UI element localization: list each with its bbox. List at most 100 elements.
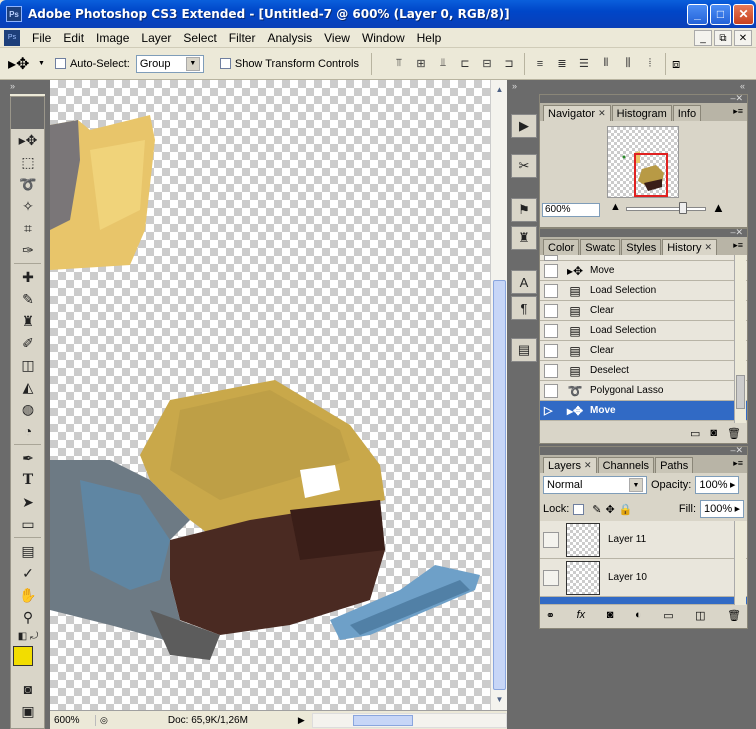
canvas-horizontal-scrollbar[interactable] xyxy=(311,712,507,728)
navigator-zoom-slider[interactable] xyxy=(626,202,706,214)
layer-style-icon[interactable]: fx xyxy=(577,609,586,621)
close-button[interactable]: ✕ xyxy=(733,3,754,25)
menu-help[interactable]: Help xyxy=(411,31,448,45)
menu-edit[interactable]: Edit xyxy=(57,31,90,45)
scroll-thumb[interactable] xyxy=(493,280,506,690)
history-row[interactable]: ▤ Load Selection xyxy=(540,321,747,341)
paragraph-icon[interactable]: ¶ xyxy=(511,296,537,320)
status-menu-arrow-icon[interactable]: ▶ xyxy=(298,715,308,726)
document-icon[interactable]: Ps xyxy=(4,29,20,46)
lock-all-icon[interactable]: 🔒 xyxy=(619,503,633,516)
lock-transparency-icon[interactable] xyxy=(573,503,585,515)
fill-field[interactable]: 100% ▶ xyxy=(700,500,744,518)
menu-view[interactable]: View xyxy=(318,31,356,45)
shape-tool-icon[interactable]: ▭ xyxy=(13,513,43,535)
pen-tool-icon[interactable]: ✒ xyxy=(13,447,43,469)
layer-visibility-toggle[interactable] xyxy=(543,569,559,586)
minimize-button[interactable]: _ xyxy=(687,3,708,25)
panel-menu-icon[interactable]: ▸≡ xyxy=(733,240,743,251)
tab-swatches[interactable]: Swatc xyxy=(580,239,621,255)
paint-bucket-icon[interactable]: ◭ xyxy=(13,376,43,398)
layer-name[interactable]: Layer 10 xyxy=(608,572,647,583)
scroll-thumb[interactable] xyxy=(352,714,413,726)
blur-tool-icon[interactable]: ◍ xyxy=(13,398,43,420)
tab-channels[interactable]: Channels xyxy=(597,457,655,473)
opacity-field[interactable]: 100% ▶ xyxy=(695,476,740,494)
status-zoom[interactable]: 600% xyxy=(50,714,96,726)
tab-styles[interactable]: Styles xyxy=(621,239,662,255)
layers-scrollbar[interactable] xyxy=(734,521,746,605)
delete-layer-icon[interactable]: 🗑 xyxy=(727,609,741,622)
menu-analysis[interactable]: Analysis xyxy=(261,31,318,45)
layer-comps-icon[interactable]: ▤ xyxy=(511,338,537,362)
swap-colors-icon[interactable]: ◧ ⤾ xyxy=(13,628,43,644)
tab-history[interactable]: History ✕ xyxy=(662,239,718,255)
auto-select-dropdown[interactable]: Group ▼ xyxy=(135,54,204,73)
scroll-thumb[interactable] xyxy=(736,375,745,409)
distribute-top-icon[interactable]: ≡ xyxy=(531,55,549,73)
navigator-preview[interactable] xyxy=(607,126,679,198)
zoom-in-icon[interactable]: ▲ xyxy=(712,200,725,215)
distribute-bottom-icon[interactable]: ☰ xyxy=(575,55,593,73)
align-bottom-icon[interactable]: ⫫ xyxy=(434,55,452,73)
doc-close-button[interactable]: ✕ xyxy=(734,30,752,46)
new-document-from-state-icon[interactable]: ▭ xyxy=(690,427,700,440)
clone-stamp-icon[interactable]: ♜ xyxy=(13,310,43,332)
align-hcenter-icon[interactable]: ⊟ xyxy=(478,55,496,73)
panel-menu-icon[interactable]: ▸≡ xyxy=(733,458,743,469)
auto-align-icon[interactable]: ⧈ xyxy=(672,56,680,72)
history-row[interactable]: ➰ Polygonal Lasso xyxy=(540,381,747,401)
chevron-right-icon[interactable]: ▶ xyxy=(735,505,740,513)
tab-paths[interactable]: Paths xyxy=(655,457,694,473)
scroll-up-icon[interactable]: ▲ xyxy=(492,82,507,97)
type-tool-icon[interactable]: T xyxy=(13,469,43,491)
hand-tool-icon[interactable]: ✋ xyxy=(13,584,43,606)
history-row-selected[interactable]: ▷ ▸✥ Move xyxy=(540,401,747,421)
tab-navigator[interactable]: Navigator ✕ xyxy=(543,105,611,121)
align-right-icon[interactable]: ⊐ xyxy=(500,55,518,73)
character-icon[interactable]: A xyxy=(511,270,537,294)
eraser-tool-icon[interactable]: ◫ xyxy=(13,354,43,376)
magic-wand-icon[interactable]: ✧ xyxy=(13,195,43,217)
history-row[interactable]: ▤ Deselect xyxy=(540,361,747,381)
new-layer-icon[interactable]: ◫ xyxy=(695,609,705,622)
slider-knob[interactable] xyxy=(679,202,687,214)
dodge-tool-icon[interactable]: ◔ xyxy=(13,420,43,442)
expand-chevron-icon[interactable]: » xyxy=(512,81,517,91)
history-scrollbar[interactable] xyxy=(734,255,746,423)
layer-visibility-toggle[interactable] xyxy=(543,531,559,548)
distribute-left-icon[interactable]: ⦀ xyxy=(597,55,615,73)
history-row[interactable]: ▤ Clear xyxy=(540,341,747,361)
collapse-chevron-icon[interactable]: « xyxy=(740,81,745,91)
layer-mask-icon[interactable]: ◙ xyxy=(607,609,614,621)
move-tool-icon[interactable]: ▸✥ xyxy=(13,129,43,151)
history-source-checkbox[interactable] xyxy=(544,383,558,398)
align-vcenter-icon[interactable]: ⊞ xyxy=(412,55,430,73)
slice-tool-icon[interactable]: ✑ xyxy=(13,239,43,261)
notes-tool-icon[interactable]: ▤ xyxy=(13,540,43,562)
distribute-hcenter-icon[interactable]: ⫼ xyxy=(619,55,637,73)
layer-row-selected[interactable] xyxy=(540,597,747,605)
doc-minimize-button[interactable]: _ xyxy=(694,30,712,46)
layer-name[interactable]: Layer 11 xyxy=(608,534,646,545)
history-row[interactable]: ▤ Clear xyxy=(540,301,747,321)
scroll-down-icon[interactable]: ▼ xyxy=(492,692,507,707)
create-snapshot-icon[interactable]: ◙ xyxy=(710,427,717,439)
history-source-checkbox[interactable] xyxy=(544,323,558,338)
clone-source-icon[interactable]: ♜ xyxy=(511,226,537,250)
move-tool-preset-icon[interactable]: ▸✥ xyxy=(8,54,38,74)
eyedropper-icon[interactable]: ✓ xyxy=(13,562,43,584)
doc-restore-button[interactable]: ⧉ xyxy=(714,30,732,46)
align-top-icon[interactable]: ⫪ xyxy=(390,55,408,73)
align-left-icon[interactable]: ⊏ xyxy=(456,55,474,73)
history-source-checkbox[interactable] xyxy=(544,283,558,298)
panel-menu-icon[interactable]: ▸≡ xyxy=(733,106,743,117)
tab-info[interactable]: Info xyxy=(672,105,702,121)
menu-image[interactable]: Image xyxy=(90,31,135,45)
blend-mode-dropdown[interactable]: Normal ▼ xyxy=(543,476,647,494)
screen-mode-icon[interactable]: ▣ xyxy=(13,700,43,722)
auto-select-checkbox[interactable] xyxy=(54,58,66,69)
distribute-vcenter-icon[interactable]: ≣ xyxy=(553,55,571,73)
quick-mask-icon[interactable]: ◙ xyxy=(13,678,43,700)
history-source-checkbox[interactable] xyxy=(544,263,558,278)
